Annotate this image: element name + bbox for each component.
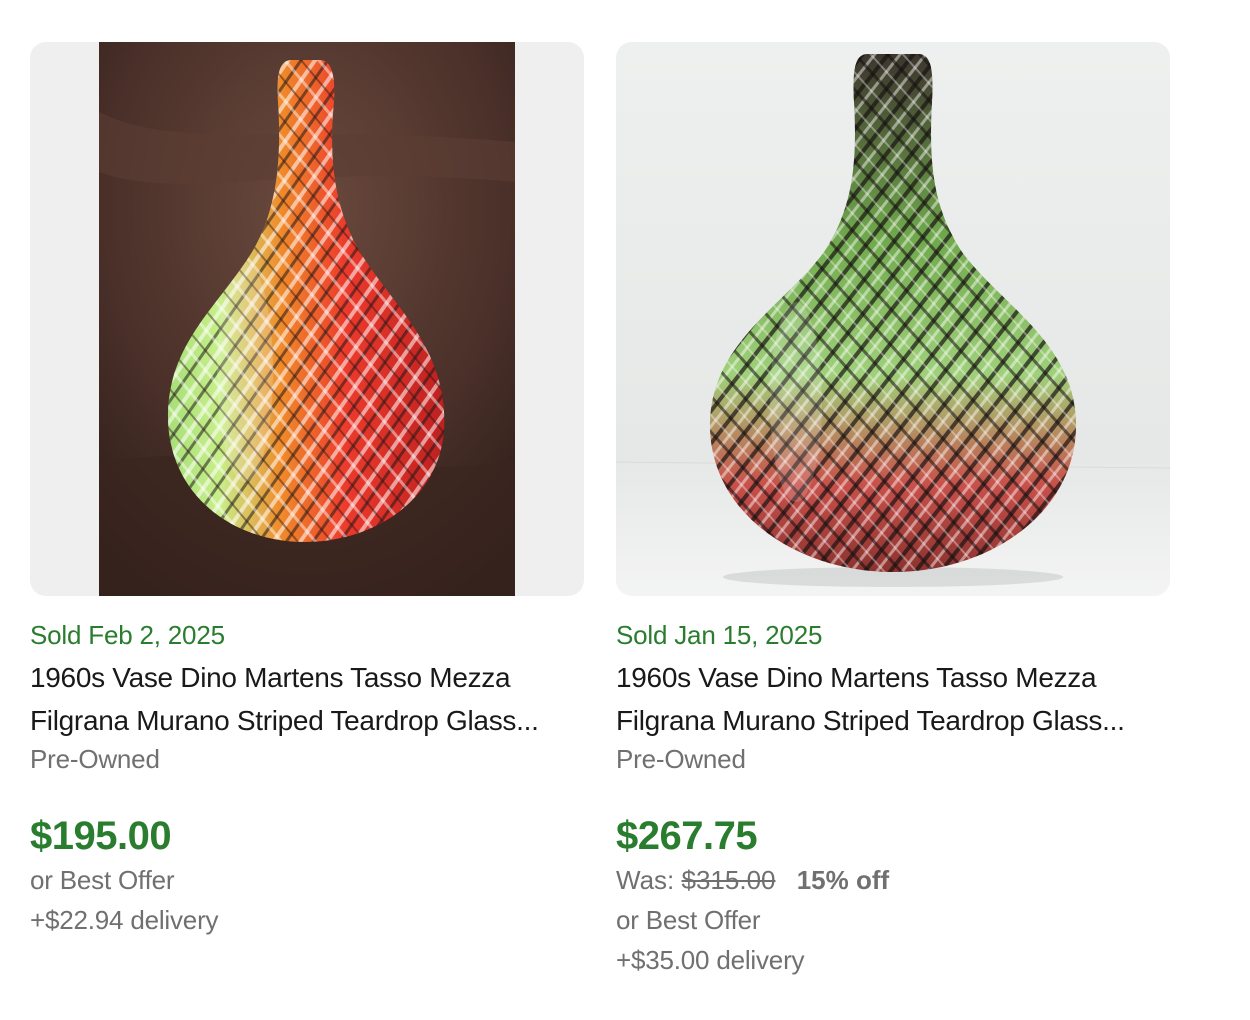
listing-image[interactable]: [30, 42, 584, 596]
original-price: $315.00: [681, 865, 776, 895]
search-results-grid: Sold Feb 2, 2025 1960s Vase Dino Martens…: [0, 0, 1250, 1020]
delivery-cost: +$35.00 delivery: [616, 945, 805, 975]
sold-price: $195.00: [30, 814, 172, 858]
best-offer-label: or Best Offer: [30, 865, 175, 895]
condition-label: Pre-Owned: [30, 744, 160, 774]
listing-title[interactable]: 1960s Vase Dino Martens Tasso Mezza Filg…: [616, 656, 1170, 742]
sold-date: Sold Jan 15, 2025: [616, 620, 823, 650]
vase-photo-red: [99, 42, 515, 596]
listing-title[interactable]: 1960s Vase Dino Martens Tasso Mezza Filg…: [30, 656, 584, 742]
listing-card: Sold Feb 2, 2025 1960s Vase Dino Martens…: [30, 42, 584, 940]
vase-photo-green: [616, 42, 1170, 596]
was-price-row: Was: $315.00 15% off: [616, 860, 1170, 900]
sold-price: $267.75: [616, 814, 758, 858]
delivery-cost: +$22.94 delivery: [30, 905, 219, 935]
best-offer-label: or Best Offer: [616, 905, 761, 935]
listing-image[interactable]: [616, 42, 1170, 596]
discount-badge: 15% off: [796, 865, 890, 895]
condition-label: Pre-Owned: [616, 744, 746, 774]
was-label: Was:: [616, 865, 675, 895]
sold-date: Sold Feb 2, 2025: [30, 620, 225, 650]
listing-card: Sold Jan 15, 2025 1960s Vase Dino Marten…: [616, 42, 1170, 980]
